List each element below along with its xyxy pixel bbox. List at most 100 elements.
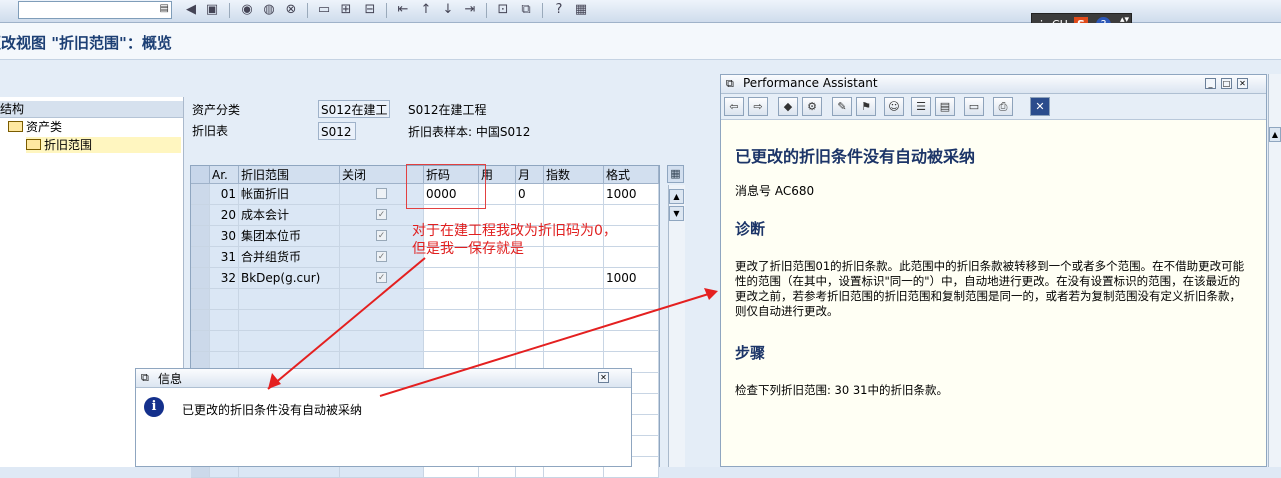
closed-checkbox[interactable]: ✓ [376,272,387,283]
table-cell-ar [210,310,239,331]
pa-forward-icon[interactable]: ⇨ [748,97,768,116]
info-dialog-title: 信息 [158,372,183,386]
column-header-format[interactable]: 格式 [604,166,659,184]
column-header-name[interactable]: 折旧范围 [239,166,340,184]
pa-bookmark-icon[interactable]: ⚑ [856,97,876,116]
page-title: 更改视图 "折旧范围"：概览 [0,34,172,52]
chart-of-depreciation-description: 折旧表样本: 中国S012 [408,125,531,139]
scroll-down-icon[interactable]: ▼ [669,206,684,221]
table-cell-index [544,289,604,310]
pa-back-icon[interactable]: ⇦ [724,97,744,116]
table-cell-name: BkDep(g.cur) [239,268,340,289]
table-settings-icon[interactable]: ▦ [667,165,684,183]
table-cell-sel[interactable] [191,310,210,331]
table-cell-ar [210,289,239,310]
table-cell-index[interactable] [544,184,604,205]
find-icon[interactable]: ⊞ [338,2,354,18]
column-header-index[interactable]: 指数 [544,166,604,184]
scroll-up-icon[interactable]: ▲ [669,189,684,204]
command-history-icon[interactable]: ▤ [160,3,169,14]
table-cell-month[interactable]: 0 [516,184,544,205]
shortcut-icon[interactable]: ⧉ [518,2,534,18]
annotation-text: 对于在建工程我改为折旧码为0， 但是我一保存就是 [412,222,652,258]
table-cell-sel[interactable] [191,247,210,268]
table-cell-index[interactable] [544,268,604,289]
chart-of-depreciation-label: 折旧表 [192,124,229,138]
back-icon[interactable]: ◀ [183,2,199,18]
tree-node-depreciation-area[interactable]: 折旧范围 [26,137,181,153]
table-cell-name: 成本会计 [239,205,340,226]
pa-list-icon[interactable]: ☰ [911,97,931,116]
table-cell-key[interactable] [424,268,479,289]
pa-book-icon[interactable]: ◆ [778,97,798,116]
table-cell-sel[interactable] [191,184,210,205]
closed-checkbox[interactable]: ✓ [376,209,387,220]
pa-users-icon[interactable]: ☺ [884,97,904,116]
table-cell-sel[interactable] [191,268,210,289]
closed-checkbox[interactable]: ✓ [376,230,387,241]
column-header-area[interactable]: Ar. [210,166,239,184]
cancel-icon[interactable]: ⊗ [283,2,299,18]
next-page-icon[interactable]: ↓ [440,2,456,18]
prev-page-icon[interactable]: ↑ [418,2,434,18]
pa-scrollbar[interactable]: ▲ [1268,74,1281,467]
pa-edit-icon[interactable]: ✎ [832,97,852,116]
pa-settings-icon[interactable]: ▭ [964,97,984,116]
scroll-up-icon[interactable]: ▲ [1269,127,1281,142]
minimize-icon[interactable]: _ [1205,78,1216,89]
table-cell-fmt[interactable]: 1000 [604,184,659,205]
first-page-icon[interactable]: ⇤ [395,2,411,18]
last-page-icon[interactable]: ⇥ [462,2,478,18]
info-message: 已更改的折旧条件没有自动被采纳 [182,403,363,417]
table-cell-use[interactable] [479,268,516,289]
table-cell-month[interactable] [516,268,544,289]
info-dialog: ⧉ 信息 ✕ i 已更改的折旧条件没有自动被采纳 [135,368,632,467]
table-cell-fmt[interactable]: 1000 [604,268,659,289]
create-session-icon[interactable]: ⊡ [495,2,511,18]
cell-value: 1000 [606,187,637,201]
table-cell-sel[interactable] [191,331,210,352]
exit-icon[interactable]: ◍ [261,2,277,18]
table-cell-closed [340,310,424,331]
annotation-line-1: 对于在建工程我改为折旧码为0， [412,223,617,239]
pa-technical-info-icon[interactable]: ⚙ [802,97,822,116]
layout-icon[interactable]: ▦ [573,2,589,18]
close-icon[interactable]: ✕ [598,372,609,383]
print-icon[interactable]: ▭ [316,2,332,18]
cell-value: BkDep(g.cur) [241,271,321,285]
tree-node-asset-class[interactable]: 资产类 [8,119,62,135]
find-next-icon[interactable]: ⊟ [362,2,378,18]
table-cell-closed[interactable]: ✓ [340,268,424,289]
table-cell-key [424,289,479,310]
cell-value: 集团本位币 [241,229,302,243]
table-cell-ar: 01 [210,184,239,205]
pa-print-icon[interactable]: ⎙ [993,97,1013,116]
table-cell-ar: 32 [210,268,239,289]
table-scrollbar[interactable]: ▲ ▼ [668,185,685,467]
folder-icon [8,121,23,132]
pa-note-icon[interactable]: ▤ [935,97,955,116]
tree-node-label: 资产类 [26,120,63,134]
cell-value: 30 [220,229,236,243]
row-selector-header[interactable] [191,166,210,184]
close-icon[interactable]: ✕ [1237,78,1248,89]
asset-class-field[interactable]: S012在建工 [318,100,390,118]
closed-checkbox[interactable]: ✓ [376,251,387,262]
table-cell-sel[interactable] [191,205,210,226]
cell-value: 帐面折旧 [241,187,290,201]
tree-header-label: 对话结构 [0,102,25,116]
info-dialog-titlebar: ⧉ 信息 ✕ [136,369,631,388]
toolbar-separator [542,3,543,18]
save-icon[interactable]: ▣ [204,2,220,18]
command-field[interactable]: ▤ [18,1,172,19]
column-header-month[interactable]: 月 [516,166,544,184]
table-cell-sel[interactable] [191,226,210,247]
closed-checkbox[interactable] [376,188,387,199]
maximize-icon[interactable]: □ [1221,78,1232,89]
pa-close-icon[interactable]: ✕ [1030,97,1050,116]
help-icon[interactable]: ? [551,2,567,18]
chart-of-depreciation-field[interactable]: S012 [318,122,356,140]
table-cell-use [479,289,516,310]
table-cell-sel[interactable] [191,289,210,310]
back-nav-icon[interactable]: ◉ [239,2,255,18]
